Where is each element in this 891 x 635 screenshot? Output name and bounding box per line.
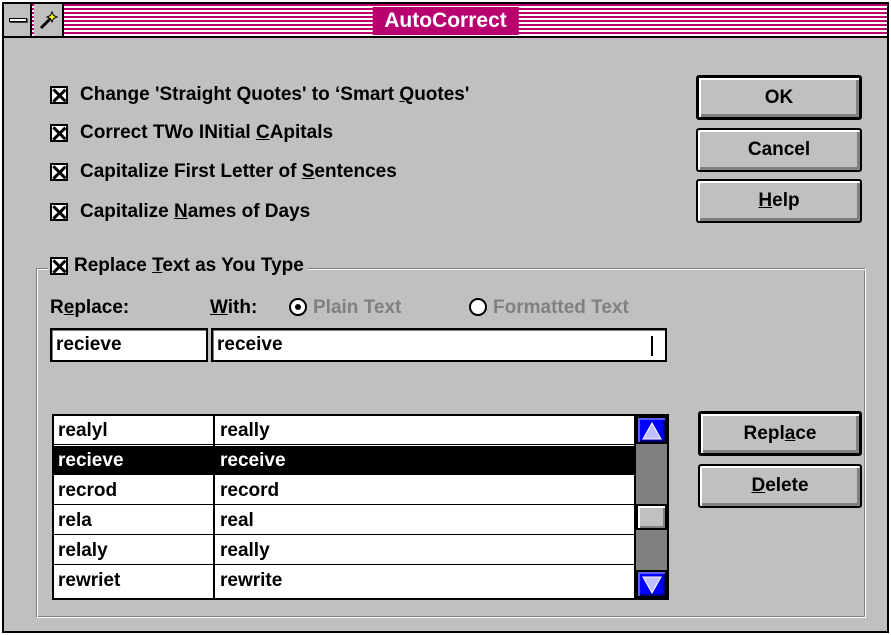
- capitalize-sentences-checkbox[interactable]: Capitalize First Letter of Sentences: [50, 161, 397, 183]
- entry-with: real: [220, 510, 254, 531]
- autocorrect-entries-list[interactable]: realyl really recieve receive recrod rec…: [52, 414, 669, 600]
- magic-wand-icon: [39, 10, 59, 30]
- checkbox-box[interactable]: [50, 257, 68, 275]
- capitalize-days-checkbox[interactable]: Capitalize Names of Days: [50, 201, 310, 223]
- wand-button[interactable]: [34, 4, 64, 36]
- delete-button-label: Delete: [751, 475, 809, 496]
- entry-with: receive: [220, 450, 286, 471]
- entry-replace: rewriet: [58, 570, 121, 591]
- replace-input[interactable]: recieve: [50, 328, 208, 362]
- list-row[interactable]: rewriet rewrite: [54, 566, 636, 595]
- entry-with: really: [220, 540, 270, 561]
- capitalize-days-label: Capitalize Names of Days: [80, 201, 311, 222]
- title-bar[interactable]: AutoCorrect: [4, 4, 887, 38]
- scroll-up-button[interactable]: [636, 416, 667, 444]
- checkbox-box[interactable]: [50, 203, 68, 221]
- list-row[interactable]: relaly really: [54, 536, 636, 565]
- plain-text-label: Plain Text: [313, 297, 402, 318]
- window-title: AutoCorrect: [372, 7, 519, 35]
- smart-quotes-checkbox[interactable]: Change 'Straight Quotes' to ‘Smart Quote…: [50, 84, 469, 106]
- list-row[interactable]: rela real: [54, 506, 636, 535]
- checkbox-box[interactable]: [50, 163, 68, 181]
- with-input-text: receive: [217, 334, 283, 355]
- entry-replace: rela: [58, 510, 92, 531]
- entry-with: really: [220, 420, 270, 441]
- two-initial-caps-checkbox[interactable]: Correct TWo INitial CApitals: [50, 122, 333, 144]
- two-initial-caps-label: Correct TWo INitial CApitals: [80, 122, 334, 143]
- up-arrow-icon: [642, 421, 662, 440]
- help-button[interactable]: Help: [696, 179, 862, 223]
- list-row[interactable]: recrod record: [54, 476, 636, 505]
- with-label: With:: [210, 297, 258, 318]
- scroll-down-button[interactable]: [636, 570, 667, 598]
- entry-replace: relaly: [58, 540, 108, 561]
- with-input[interactable]: receive: [211, 328, 667, 362]
- replace-button-label: Replace: [743, 422, 817, 444]
- list-row-selected[interactable]: recieve receive: [54, 446, 636, 475]
- smart-quotes-label: Change 'Straight Quotes' to ‘Smart Quote…: [80, 84, 470, 105]
- vertical-scrollbar[interactable]: [634, 416, 667, 598]
- capitalize-sentences-label: Capitalize First Letter of Sentences: [80, 161, 397, 182]
- list-row[interactable]: realyl really: [54, 416, 636, 445]
- replace-as-you-type-checkbox[interactable]: Replace Text as You Type: [48, 255, 308, 277]
- radio-circle[interactable]: [469, 298, 487, 316]
- formatted-text-radio[interactable]: Formatted Text: [469, 297, 629, 319]
- replace-button[interactable]: Replace: [698, 411, 862, 456]
- replace-label: Replace:: [50, 297, 130, 318]
- text-caret: [651, 336, 653, 356]
- system-menu-icon: [9, 18, 27, 22]
- entry-replace: realyl: [58, 420, 108, 441]
- entry-with: record: [220, 480, 280, 501]
- cancel-button[interactable]: Cancel: [696, 128, 862, 172]
- plain-text-radio[interactable]: Plain Text: [289, 297, 401, 319]
- system-menu-button[interactable]: [4, 4, 32, 36]
- scroll-thumb[interactable]: [636, 504, 667, 530]
- entry-replace: recrod: [58, 480, 118, 501]
- delete-button[interactable]: Delete: [698, 464, 862, 508]
- checkbox-box[interactable]: [50, 124, 68, 142]
- formatted-text-label: Formatted Text: [493, 297, 629, 318]
- radio-dot[interactable]: [289, 298, 307, 316]
- autocorrect-dialog: AutoCorrect Change 'Straight Quotes' to …: [2, 2, 889, 633]
- ok-button[interactable]: OK: [696, 75, 862, 120]
- help-button-label: Help: [758, 190, 800, 211]
- entry-replace: recieve: [58, 450, 124, 471]
- entry-with: rewrite: [220, 570, 283, 591]
- column-divider: [213, 416, 215, 598]
- down-arrow-icon: [642, 576, 662, 595]
- checkbox-box[interactable]: [50, 86, 68, 104]
- replace-as-you-type-label: Replace Text as You Type: [74, 255, 304, 276]
